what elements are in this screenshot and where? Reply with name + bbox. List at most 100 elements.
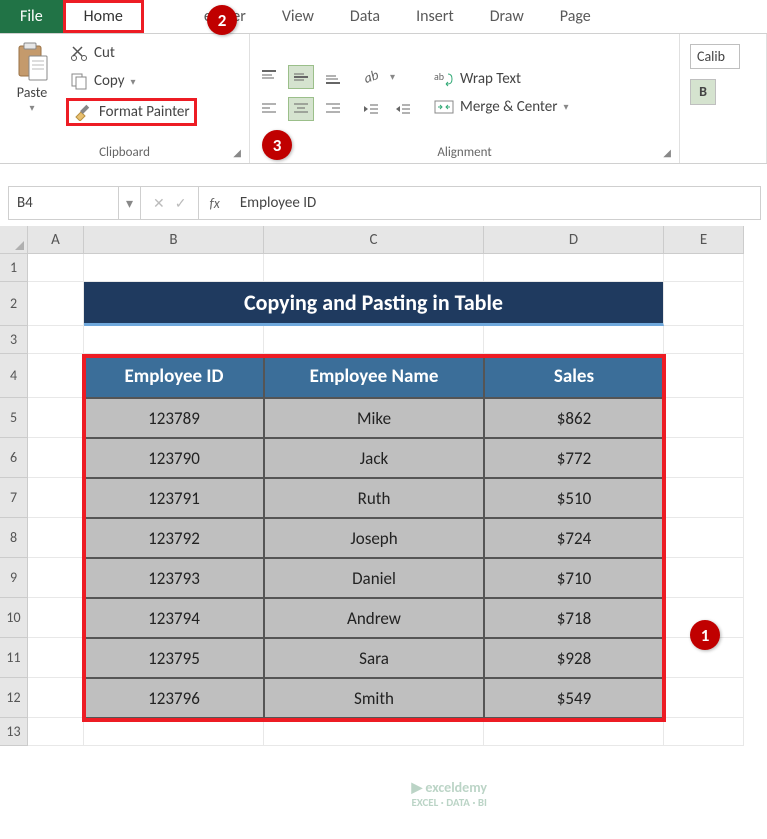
fx-icon[interactable]: fx [199, 195, 229, 212]
align-center-button[interactable] [288, 97, 314, 121]
table-header-sales[interactable]: Sales [484, 354, 664, 398]
col-header-b[interactable]: B [84, 226, 264, 254]
table-cell[interactable]: Jack [264, 438, 484, 478]
row-header[interactable]: 2 [0, 282, 28, 326]
row-header[interactable]: 1 [0, 254, 28, 282]
table-header-name[interactable]: Employee Name [264, 354, 484, 398]
align-top-icon [260, 69, 278, 85]
tab-file[interactable]: File [0, 0, 63, 33]
dialog-launcher-icon[interactable]: ◢ [233, 146, 241, 159]
brush-icon [73, 103, 93, 121]
row-header[interactable]: 8 [0, 518, 28, 558]
select-all-button[interactable] [0, 226, 28, 254]
copy-button[interactable]: Copy ▾ [66, 70, 197, 92]
table-cell[interactable]: $510 [484, 478, 664, 518]
align-top-button[interactable] [256, 65, 282, 89]
table-cell[interactable]: Smith [264, 678, 484, 718]
col-header-e[interactable]: E [664, 226, 744, 254]
table-cell[interactable]: $928 [484, 638, 664, 678]
formula-bar: B4 ▾ ✕ ✓ fx Employee ID [8, 186, 761, 220]
format-painter-button[interactable]: Format Painter [66, 98, 197, 126]
align-left-button[interactable] [256, 97, 282, 121]
table-cell[interactable]: 123796 [84, 678, 264, 718]
table-cell[interactable]: $710 [484, 558, 664, 598]
callout-3: 3 [262, 130, 292, 160]
tab-view[interactable]: View [264, 0, 332, 33]
align-middle-button[interactable] [288, 65, 314, 89]
chevron-down-icon[interactable]: ▾ [564, 100, 569, 113]
tab-insert[interactable]: Insert [398, 0, 472, 33]
table-cell[interactable]: 123794 [84, 598, 264, 638]
format-painter-label: Format Painter [99, 103, 190, 121]
row-header[interactable]: 13 [0, 718, 28, 746]
table-cell[interactable]: $549 [484, 678, 664, 718]
tab-draw[interactable]: Draw [472, 0, 542, 33]
spreadsheet-grid: A B C D E 1 2 Copying and Pasting in Tab… [0, 226, 767, 746]
chevron-down-icon[interactable]: ▾ [29, 101, 34, 114]
table-cell[interactable]: $724 [484, 518, 664, 558]
paste-button[interactable]: Paste ▾ [6, 40, 58, 143]
row-header[interactable]: 9 [0, 558, 28, 598]
table-cell[interactable]: $772 [484, 438, 664, 478]
row-header[interactable]: 12 [0, 678, 28, 718]
callout-1: 1 [690, 620, 720, 650]
align-bottom-icon [324, 69, 342, 85]
merge-center-button[interactable]: Merge & Center ▾ [434, 98, 569, 116]
wrap-text-button[interactable]: ab Wrap Text [434, 70, 569, 88]
col-header-a[interactable]: A [28, 226, 84, 254]
name-box-dropdown[interactable]: ▾ [119, 187, 141, 219]
table-cell[interactable]: Andrew [264, 598, 484, 638]
row-header[interactable]: 6 [0, 438, 28, 478]
row-header[interactable]: 5 [0, 398, 28, 438]
bold-button[interactable]: B [690, 79, 716, 105]
tab-home[interactable]: Home [63, 0, 144, 33]
row-header[interactable]: 10 [0, 598, 28, 638]
table-cell[interactable]: 123789 [84, 398, 264, 438]
row-header[interactable]: 11 [0, 638, 28, 678]
row-header[interactable]: 3 [0, 326, 28, 354]
dialog-launcher-icon[interactable]: ◢ [663, 146, 671, 159]
col-header-c[interactable]: C [264, 226, 484, 254]
table-cell[interactable]: 123795 [84, 638, 264, 678]
table-cell[interactable]: Mike [264, 398, 484, 438]
table-cell[interactable]: Daniel [264, 558, 484, 598]
row-header[interactable]: 4 [0, 354, 28, 398]
cut-button[interactable]: Cut [66, 42, 197, 64]
align-right-button[interactable] [320, 97, 346, 121]
chevron-down-icon[interactable]: ▾ [390, 70, 395, 83]
wrap-text-label: Wrap Text [460, 70, 521, 88]
name-box[interactable]: B4 [9, 187, 119, 219]
decrease-indent-button[interactable] [358, 97, 384, 121]
increase-indent-button[interactable] [390, 97, 416, 121]
copy-label: Copy [94, 72, 125, 90]
align-bottom-button[interactable] [320, 65, 346, 89]
column-headers: A B C D E [28, 226, 767, 254]
table-cell[interactable]: Ruth [264, 478, 484, 518]
tab-page[interactable]: Page [542, 0, 609, 33]
col-header-d[interactable]: D [484, 226, 664, 254]
align-center-icon [292, 101, 310, 117]
tab-developer[interactable]: eloper [144, 0, 264, 33]
table-cell[interactable]: 123791 [84, 478, 264, 518]
enter-icon[interactable]: ✓ [175, 195, 187, 212]
table-cell[interactable]: Joseph [264, 518, 484, 558]
orientation-button[interactable]: ab [358, 65, 384, 89]
table-header-id[interactable]: Employee ID [84, 354, 264, 398]
cancel-icon[interactable]: ✕ [153, 195, 165, 212]
merge-center-label: Merge & Center [460, 98, 558, 116]
table-cell[interactable]: $862 [484, 398, 664, 438]
increase-indent-icon [394, 101, 412, 117]
align-left-icon [260, 101, 278, 117]
chevron-down-icon[interactable]: ▾ [131, 75, 136, 88]
align-middle-icon [292, 69, 310, 85]
table-cell[interactable]: 123790 [84, 438, 264, 478]
table-cell[interactable]: 123792 [84, 518, 264, 558]
title-cell[interactable]: Copying and Pasting in Table [84, 282, 664, 326]
tab-data[interactable]: Data [332, 0, 398, 33]
formula-input[interactable]: Employee ID [230, 194, 326, 212]
table-cell[interactable]: Sara [264, 638, 484, 678]
row-header[interactable]: 7 [0, 478, 28, 518]
table-cell[interactable]: $718 [484, 598, 664, 638]
table-cell[interactable]: 123793 [84, 558, 264, 598]
font-name-select[interactable]: Calib [690, 44, 740, 69]
